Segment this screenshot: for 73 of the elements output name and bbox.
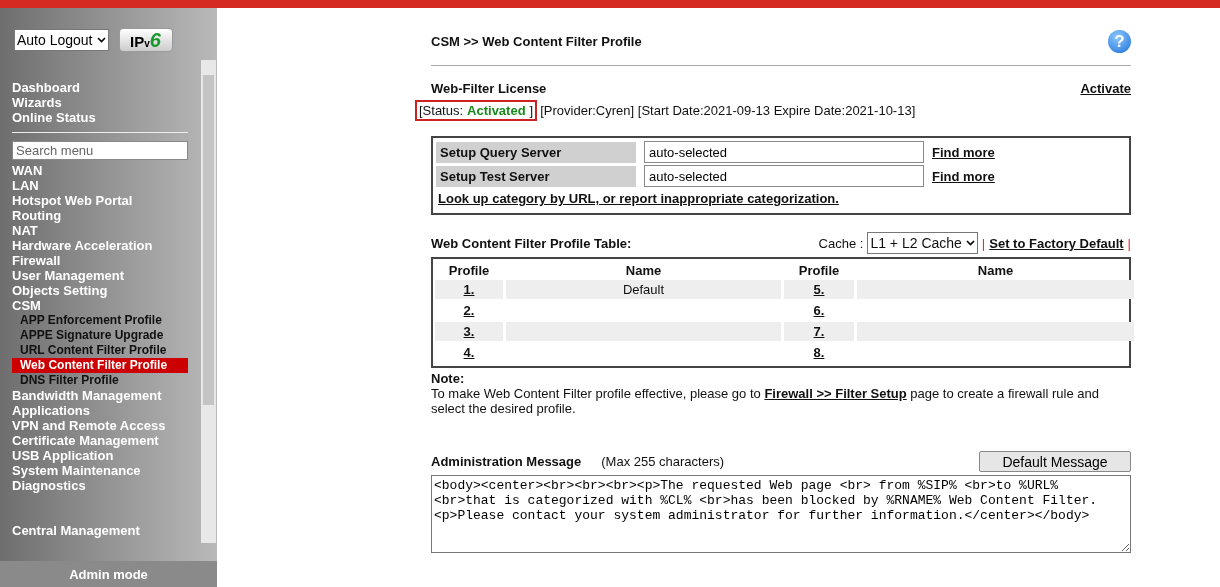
profile-link[interactable]: 4. [463, 345, 475, 360]
bracket: ] [529, 103, 534, 118]
column-header: Profile [797, 262, 841, 280]
menu-item[interactable]: Hardware Acceleration [12, 238, 188, 253]
server-field[interactable]: auto-selected [644, 165, 924, 187]
menu-item[interactable]: Firewall [12, 253, 188, 268]
menu-item[interactable]: Central Management [12, 523, 188, 538]
menu-item[interactable]: Hotspot Web Portal [12, 193, 188, 208]
caret-icon[interactable] [965, 240, 975, 246]
submenu-item[interactable]: URL Content Filter Profile [12, 343, 188, 358]
menu-item[interactable]: Wizards [12, 95, 188, 110]
note-text: To make Web Content Filter profile effective, please go to Firewall >> Filter Setup page to create a firewall rule and select the desired profile. [431, 386, 1100, 416]
find-more-link[interactable]: Find more [932, 144, 995, 160]
caret-icon[interactable] [96, 37, 106, 43]
ipv6-button[interactable]: IPv6 [118, 28, 173, 52]
status-value: Activated [467, 103, 526, 118]
menu-item[interactable]: USB Application [12, 448, 188, 463]
submenu-item[interactable]: DNS Filter Profile [12, 373, 188, 388]
separator: | [981, 235, 986, 251]
menu-item[interactable]: Online Status [12, 110, 188, 125]
menu-item[interactable]: Diagnostics [12, 478, 188, 493]
menu-item[interactable]: CSM [12, 298, 188, 313]
scrollbar[interactable] [201, 60, 216, 543]
menu-item[interactable]: WAN [12, 163, 188, 178]
menu-item[interactable]: User Management [12, 268, 188, 283]
submenu-item[interactable]: APP Enforcement Profile [12, 313, 188, 328]
admin-message-title: Administration Message [431, 454, 582, 469]
menu-item[interactable]: LAN [12, 178, 188, 193]
filter-setup-link[interactable]: Firewall >> Filter Setup [764, 386, 907, 401]
profile-link[interactable]: 3. [463, 324, 475, 339]
menu-item[interactable]: Applications [12, 403, 188, 418]
lookup-link[interactable]: Look up category by URL, or report inappropriate categorization. [438, 191, 839, 206]
column-header: Name [624, 262, 663, 280]
table-title: Web Content Filter Profile Table: [431, 235, 632, 251]
server-label: Setup Query Server [436, 141, 636, 163]
admin-message-field[interactable]: <body><center><br><br><br><p>The requested Web page <br> from %SIP% <br>to %URL% <br>that is categorized with %CL% <br>has been blocked by %RNAME% Web Content Filter. <p>Please contact your system administrator for further information.</center></body> [431, 475, 1131, 553]
table-cell: Default [506, 280, 781, 299]
menu-item[interactable]: Bandwidth Management [12, 388, 188, 403]
menu-item[interactable]: Objects Setting [12, 283, 188, 298]
menu-item[interactable]: NAT [12, 223, 188, 238]
factory-default-link[interactable]: Set to Factory Default [989, 235, 1124, 251]
profile-link[interactable]: 7. [813, 324, 825, 339]
activate-link[interactable]: Activate [1080, 81, 1131, 96]
breadcrumb: CSM >> Web Content Filter Profile [431, 34, 642, 49]
default-message-button[interactable]: Default Message [979, 451, 1131, 472]
submenu-item[interactable]: Web Content Filter Profile [12, 358, 188, 373]
profile-link[interactable]: 2. [463, 303, 475, 318]
note-title: Note: [431, 371, 466, 386]
search-field[interactable]: Search menu [12, 141, 188, 160]
menu-item[interactable]: Routing [12, 208, 188, 223]
license-title: Web-Filter License [431, 81, 547, 96]
menu-item[interactable]: System Maintenance [12, 463, 188, 478]
server-label: Setup Test Server [436, 165, 636, 187]
admin-mode-label: Admin mode [0, 561, 217, 587]
cache-select[interactable]: L1 + L2 Cache [867, 232, 978, 254]
profile-link[interactable]: 5. [813, 282, 825, 297]
max-characters-hint: (Max 255 characters) [601, 454, 725, 469]
auto-logout-select[interactable]: Auto Logout [14, 29, 109, 51]
menu-item[interactable]: Dashboard [12, 80, 188, 95]
profile-link[interactable]: 8. [813, 345, 825, 360]
cache-label: Cache : [818, 235, 864, 251]
server-field[interactable]: auto-selected [644, 141, 924, 163]
profile-link[interactable]: 6. [813, 303, 825, 318]
status-label: [Status: [419, 103, 464, 118]
find-more-link[interactable]: Find more [932, 168, 995, 184]
profile-link[interactable]: 1. [463, 282, 475, 297]
column-header: Name [976, 262, 1015, 280]
license-details: [Provider:Cyren] [Start Date:2021-09-13 Expire Date:2021-10-13] [540, 103, 916, 118]
separator: | [1127, 235, 1131, 251]
submenu-item[interactable]: APPE Signature Upgrade [12, 328, 188, 343]
menu-item[interactable]: VPN and Remote Access [12, 418, 188, 433]
menu-item[interactable]: Certificate Management [12, 433, 188, 448]
column-header: Profile [447, 262, 491, 280]
